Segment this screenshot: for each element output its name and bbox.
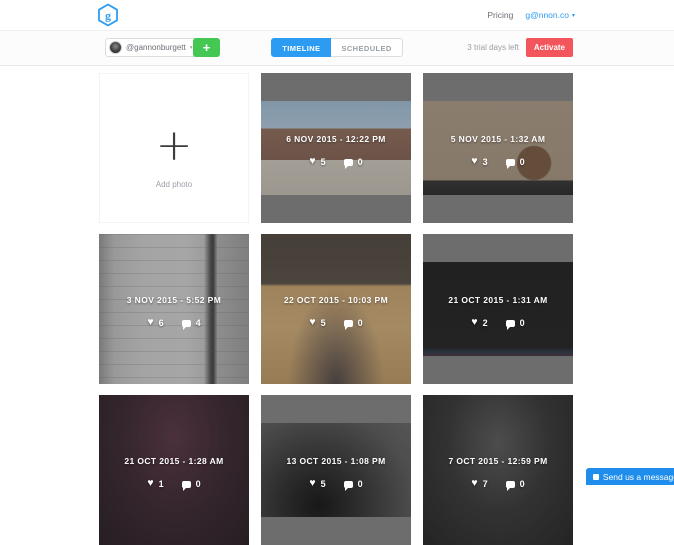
comment-icon (344, 481, 353, 488)
comment-count: 0 (196, 479, 201, 489)
comment-count: 0 (520, 479, 525, 489)
plus-icon: + (156, 126, 193, 166)
post-date: 7 OCT 2015 - 12:59 PM (448, 456, 547, 466)
chevron-down-icon: ▾ (572, 12, 575, 19)
post-overlay: 3 NOV 2015 - 5:52 PM ♥ 6 4 (99, 234, 249, 384)
post-stats: ♥ 2 0 (471, 318, 524, 328)
post-overlay: 7 OCT 2015 - 12:59 PM ♥ 7 0 (423, 395, 573, 545)
comment-count: 0 (358, 479, 363, 489)
toolbar: @gannonburgett ▾ + TIMELINE SCHEDULED 3 … (0, 31, 674, 66)
post-date: 21 OCT 2015 - 1:28 AM (124, 456, 223, 466)
post-stats: ♥ 5 0 (309, 157, 362, 167)
heart-icon: ♥ (147, 318, 153, 327)
account-menu-link[interactable]: g@nnon.co ▾ (525, 10, 575, 20)
post-overlay: 22 OCT 2015 - 10:03 PM ♥ 5 0 (261, 234, 411, 384)
comment-icon (182, 320, 191, 327)
account-username: @gannonburgett (126, 43, 186, 52)
post-overlay: 13 OCT 2015 - 1:08 PM ♥ 5 0 (261, 395, 411, 545)
comment-icon (344, 320, 353, 327)
like-count: 5 (321, 318, 326, 328)
post-overlay: 21 OCT 2015 - 1:31 AM ♥ 2 0 (423, 234, 573, 384)
comment-count: 0 (520, 318, 525, 328)
grum-logo-icon[interactable]: g (96, 3, 120, 27)
trial-days-text: 3 trial days left (467, 43, 519, 52)
post-tile[interactable]: 21 OCT 2015 - 1:28 AM ♥ 1 0 (99, 395, 249, 545)
like-count: 7 (483, 479, 488, 489)
like-count: 6 (159, 318, 164, 328)
comment-icon (182, 481, 191, 488)
post-tile[interactable]: 13 OCT 2015 - 1:08 PM ♥ 5 0 (261, 395, 411, 545)
post-tile[interactable]: 7 OCT 2015 - 12:59 PM ♥ 7 0 (423, 395, 573, 545)
post-date: 6 NOV 2015 - 12:22 PM (286, 134, 386, 144)
post-tile[interactable]: 3 NOV 2015 - 5:52 PM ♥ 6 4 (99, 234, 249, 384)
post-date: 5 NOV 2015 - 1:32 AM (451, 134, 546, 144)
heart-icon: ♥ (309, 157, 315, 166)
like-count: 5 (321, 479, 326, 489)
photo-grid: + Add photo 6 NOV 2015 - 12:22 PM ♥ 5 0 … (99, 73, 573, 545)
account-selector[interactable]: @gannonburgett ▾ (105, 38, 201, 57)
send-message-label: Send us a message (603, 472, 674, 482)
heart-icon: ♥ (309, 479, 315, 488)
post-tile[interactable]: 5 NOV 2015 - 1:32 AM ♥ 3 0 (423, 73, 573, 223)
chat-icon (593, 474, 599, 480)
comment-count: 4 (196, 318, 201, 328)
comment-icon (506, 320, 515, 327)
heart-icon: ♥ (147, 479, 153, 488)
add-account-button[interactable]: + (193, 38, 220, 57)
svg-text:g: g (105, 9, 111, 23)
tab-scheduled[interactable]: SCHEDULED (331, 38, 402, 57)
comment-count: 0 (358, 318, 363, 328)
heart-icon: ♥ (471, 157, 477, 166)
avatar (109, 41, 122, 54)
post-date: 3 NOV 2015 - 5:52 PM (127, 295, 221, 305)
pricing-link[interactable]: Pricing (487, 10, 513, 20)
heart-icon: ♥ (471, 479, 477, 488)
like-count: 1 (159, 479, 164, 489)
account-menu-label: g@nnon.co (525, 10, 569, 20)
post-overlay: 6 NOV 2015 - 12:22 PM ♥ 5 0 (261, 73, 411, 223)
post-stats: ♥ 5 0 (309, 318, 362, 328)
add-photo-tile[interactable]: + Add photo (99, 73, 249, 223)
comment-icon (344, 159, 353, 166)
send-message-button[interactable]: Send us a message (586, 468, 674, 485)
heart-icon: ♥ (471, 318, 477, 327)
comment-icon (506, 481, 515, 488)
post-date: 21 OCT 2015 - 1:31 AM (448, 295, 547, 305)
comment-count: 0 (358, 157, 363, 167)
post-stats: ♥ 5 0 (309, 479, 362, 489)
add-photo-label: Add photo (156, 180, 192, 189)
post-date: 13 OCT 2015 - 1:08 PM (286, 456, 385, 466)
post-date: 22 OCT 2015 - 10:03 PM (284, 295, 388, 305)
post-tile[interactable]: 6 NOV 2015 - 12:22 PM ♥ 5 0 (261, 73, 411, 223)
top-header: g Pricing g@nnon.co ▾ (0, 0, 674, 31)
post-overlay: 21 OCT 2015 - 1:28 AM ♥ 1 0 (99, 395, 249, 545)
like-count: 3 (483, 157, 488, 167)
like-count: 2 (483, 318, 488, 328)
post-stats: ♥ 7 0 (471, 479, 524, 489)
heart-icon: ♥ (309, 318, 315, 327)
comment-icon (506, 159, 515, 166)
post-tile[interactable]: 22 OCT 2015 - 10:03 PM ♥ 5 0 (261, 234, 411, 384)
like-count: 5 (321, 157, 326, 167)
activate-button[interactable]: Activate (526, 38, 573, 57)
post-tile[interactable]: 21 OCT 2015 - 1:31 AM ♥ 2 0 (423, 234, 573, 384)
comment-count: 0 (520, 157, 525, 167)
post-stats: ♥ 6 4 (147, 318, 200, 328)
post-stats: ♥ 3 0 (471, 157, 524, 167)
post-overlay: 5 NOV 2015 - 1:32 AM ♥ 3 0 (423, 73, 573, 223)
tab-timeline[interactable]: TIMELINE (271, 38, 331, 57)
post-stats: ♥ 1 0 (147, 479, 200, 489)
